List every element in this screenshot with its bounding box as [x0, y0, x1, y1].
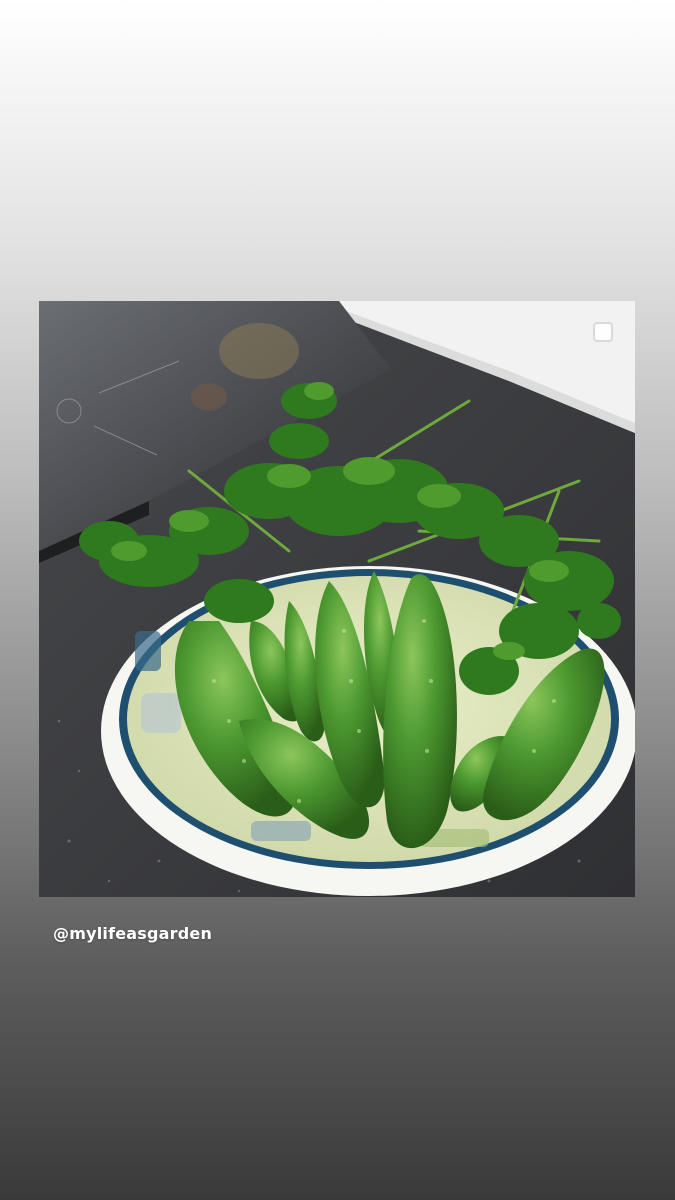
story-photo[interactable]	[39, 301, 635, 897]
mention-sticker[interactable]: @mylifeasgarden	[53, 924, 212, 943]
checkbox-icon[interactable]	[593, 322, 613, 342]
photo-illustration	[39, 301, 635, 897]
